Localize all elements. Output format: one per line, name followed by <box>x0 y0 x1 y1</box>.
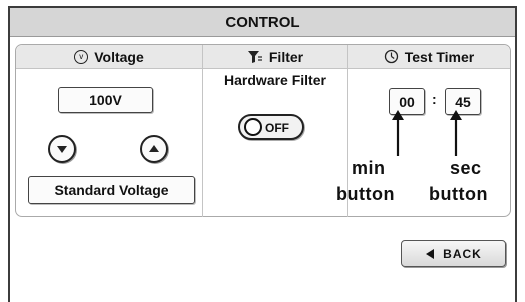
min-arrow-head <box>392 110 404 120</box>
sec-annotation-line1: sec <box>450 158 482 178</box>
control-screen: CONTROL v Voltage 100V Standard Voltage <box>8 6 517 302</box>
sec-arrow-head <box>450 110 462 120</box>
min-annotation-line2: button <box>336 184 395 204</box>
back-button[interactable]: BACK <box>401 240 506 267</box>
sec-annotation-line2: button <box>429 184 488 204</box>
min-annotation-line1: min <box>352 158 386 178</box>
triangle-left-icon <box>426 248 435 259</box>
back-label: BACK <box>443 246 482 261</box>
